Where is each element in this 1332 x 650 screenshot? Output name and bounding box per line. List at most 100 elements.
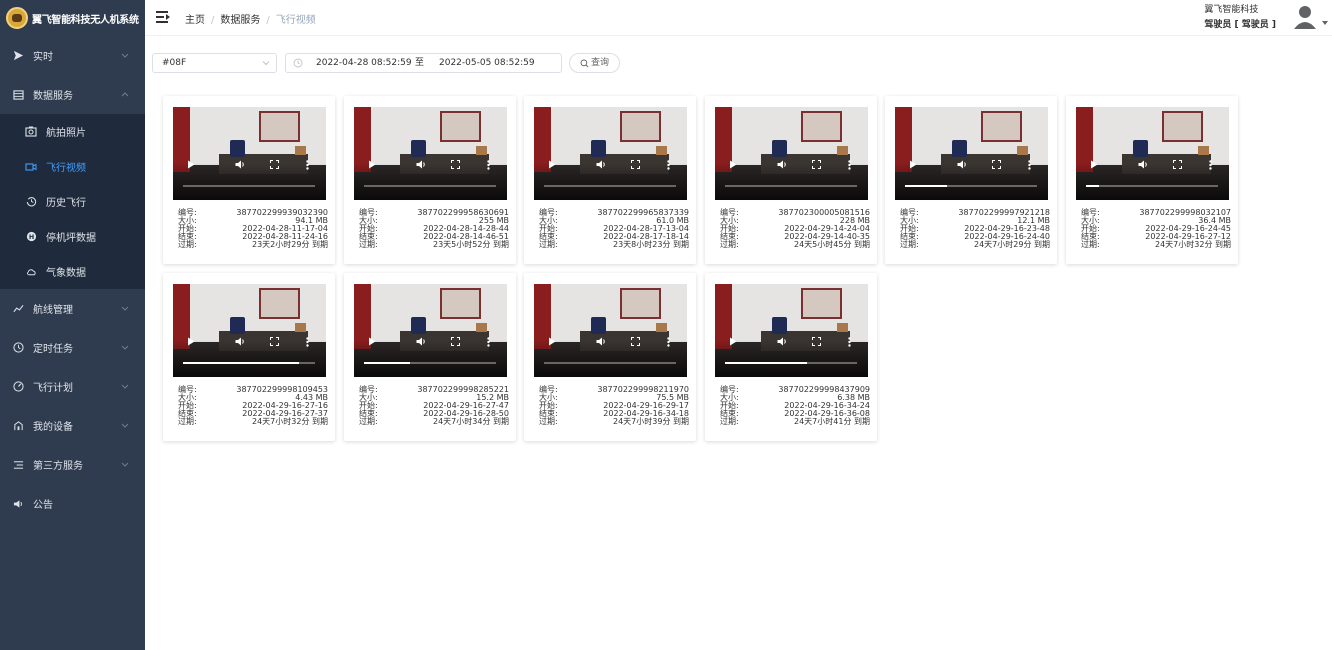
fullscreen-icon[interactable] xyxy=(631,337,640,346)
breadcrumb-home[interactable]: 主页 xyxy=(185,15,205,26)
video-progress-bar[interactable] xyxy=(183,362,315,364)
fullscreen-icon[interactable] xyxy=(812,160,821,169)
video-player[interactable] xyxy=(895,107,1048,200)
video-expire: 23天8小时23分 到期 xyxy=(613,240,689,249)
more-options-icon[interactable] xyxy=(1028,160,1031,170)
fullscreen-icon[interactable] xyxy=(270,160,279,169)
more-options-icon[interactable] xyxy=(487,337,490,347)
video-player[interactable] xyxy=(534,107,687,200)
fullscreen-icon[interactable] xyxy=(812,337,821,346)
caret-down-icon[interactable] xyxy=(1321,19,1329,27)
video-expire: 24天7小时29分 到期 xyxy=(974,240,1050,249)
video-player[interactable] xyxy=(715,107,868,200)
user-info[interactable]: 翼飞智能科技 驾驶员 [ 驾驶员 ] xyxy=(1204,3,1276,33)
date-range-picker[interactable]: 2022-04-28 08:52:59 至 2022-05-05 08:52:5… xyxy=(285,53,562,73)
fullscreen-icon[interactable] xyxy=(451,160,460,169)
play-icon[interactable] xyxy=(368,160,376,169)
play-icon[interactable] xyxy=(1090,160,1098,169)
video-player[interactable] xyxy=(354,284,507,377)
play-icon[interactable] xyxy=(909,160,917,169)
play-icon[interactable] xyxy=(729,160,737,169)
video-meta: 编号: 387702300005081516 大小: 228 MB 开始: 2022-… xyxy=(720,209,870,249)
video-player[interactable] xyxy=(173,107,326,200)
expire-label: 过期: xyxy=(359,240,378,249)
more-options-icon[interactable] xyxy=(1209,160,1212,170)
more-options-icon[interactable] xyxy=(306,160,309,170)
volume-icon[interactable] xyxy=(416,160,427,169)
video-card: 编号: 387702299939032390 大小: 94.1 MB 开始: 2022… xyxy=(163,96,335,264)
sidebar-item-realtime[interactable]: 实时 xyxy=(0,36,145,75)
menu-icon xyxy=(11,460,25,470)
sidebar-item-aerial-photos[interactable]: 航拍照片 xyxy=(0,114,145,149)
fullscreen-icon[interactable] xyxy=(270,337,279,346)
sidebar-item-flight-history[interactable]: 历史飞行 xyxy=(0,184,145,219)
helipad-icon: H xyxy=(24,231,38,242)
video-player[interactable] xyxy=(715,284,868,377)
sidebar: 翼飞智能科技无人机系统 实时 数据服务 航拍照片 飞行视频 历史飞行 H 停机坪… xyxy=(0,0,145,650)
video-progress-bar[interactable] xyxy=(544,185,676,187)
sidebar-item-flight-video[interactable]: 飞行视频 xyxy=(0,149,145,184)
route-icon xyxy=(11,304,25,314)
more-options-icon[interactable] xyxy=(848,160,851,170)
sidebar-item-announcements[interactable]: 公告 xyxy=(0,484,145,523)
video-player[interactable] xyxy=(1076,107,1229,200)
query-button[interactable]: 查询 xyxy=(569,53,620,73)
video-progress-bar[interactable] xyxy=(725,362,857,364)
start-date-input[interactable]: 2022-04-28 08:52:59 xyxy=(316,54,412,72)
play-icon[interactable] xyxy=(368,337,376,346)
fullscreen-icon[interactable] xyxy=(1173,160,1182,169)
volume-icon[interactable] xyxy=(957,160,968,169)
volume-icon[interactable] xyxy=(1138,160,1149,169)
fullscreen-icon[interactable] xyxy=(451,337,460,346)
fullscreen-icon[interactable] xyxy=(992,160,1001,169)
video-progress-bar[interactable] xyxy=(364,185,496,187)
volume-icon[interactable] xyxy=(416,337,427,346)
sidebar-item-route-management[interactable]: 航线管理 xyxy=(0,289,145,328)
volume-icon[interactable] xyxy=(777,160,788,169)
sidebar-item-flight-plan[interactable]: 飞行计划 xyxy=(0,367,145,406)
play-icon[interactable] xyxy=(187,337,195,346)
volume-icon[interactable] xyxy=(596,160,607,169)
play-icon[interactable] xyxy=(729,337,737,346)
video-player[interactable] xyxy=(354,107,507,200)
play-icon[interactable] xyxy=(548,337,556,346)
video-progress-bar[interactable] xyxy=(905,185,1037,187)
play-icon[interactable] xyxy=(548,160,556,169)
end-date-input[interactable]: 2022-05-05 08:52:59 xyxy=(439,54,535,72)
breadcrumb-data-service[interactable]: 数据服务 xyxy=(220,15,260,26)
volume-icon[interactable] xyxy=(235,337,246,346)
volume-icon[interactable] xyxy=(596,337,607,346)
video-meta: 编号: 387702299998211970 大小: 75.5 MB 开始: 2022… xyxy=(539,386,689,426)
video-player[interactable] xyxy=(534,284,687,377)
device-select[interactable]: #08F xyxy=(152,53,277,73)
video-progress-bar[interactable] xyxy=(183,185,315,187)
video-meta: 编号: 387702299958630691 大小: 255 MB 开始: 2022-… xyxy=(359,209,509,249)
collapse-menu-icon[interactable] xyxy=(156,11,170,23)
more-options-icon[interactable] xyxy=(487,160,490,170)
sidebar-item-weather-data[interactable]: 气象数据 xyxy=(0,254,145,289)
more-options-icon[interactable] xyxy=(667,160,670,170)
play-icon[interactable] xyxy=(187,160,195,169)
sidebar-item-third-party[interactable]: 第三方服务 xyxy=(0,445,145,484)
video-player[interactable] xyxy=(173,284,326,377)
avatar-icon[interactable] xyxy=(1292,4,1318,30)
video-progress-bar[interactable] xyxy=(1086,185,1218,187)
more-options-icon[interactable] xyxy=(306,337,309,347)
sidebar-item-my-devices[interactable]: 我的设备 xyxy=(0,406,145,445)
sidebar-item-scheduled-tasks[interactable]: 定时任务 xyxy=(0,328,145,367)
sidebar-item-helipad-data[interactable]: H 停机坪数据 xyxy=(0,219,145,254)
video-progress-bar[interactable] xyxy=(725,185,857,187)
volume-icon[interactable] xyxy=(777,337,788,346)
video-card: 编号: 387702299965837339 大小: 61.0 MB 开始: 2022… xyxy=(524,96,696,264)
device-select-value: #08F xyxy=(162,58,187,68)
video-meta: 编号: 387702299965837339 大小: 61.0 MB 开始: 2022… xyxy=(539,209,689,249)
video-progress-bar[interactable] xyxy=(544,362,676,364)
volume-icon[interactable] xyxy=(235,160,246,169)
fullscreen-icon[interactable] xyxy=(631,160,640,169)
video-meta: 编号: 387702299998285221 大小: 15.2 MB 开始: 2022… xyxy=(359,386,509,426)
sidebar-item-data-service[interactable]: 数据服务 xyxy=(0,75,145,114)
more-options-icon[interactable] xyxy=(667,337,670,347)
more-options-icon[interactable] xyxy=(848,337,851,347)
video-progress-bar[interactable] xyxy=(364,362,496,364)
expire-label: 过期: xyxy=(178,240,197,249)
